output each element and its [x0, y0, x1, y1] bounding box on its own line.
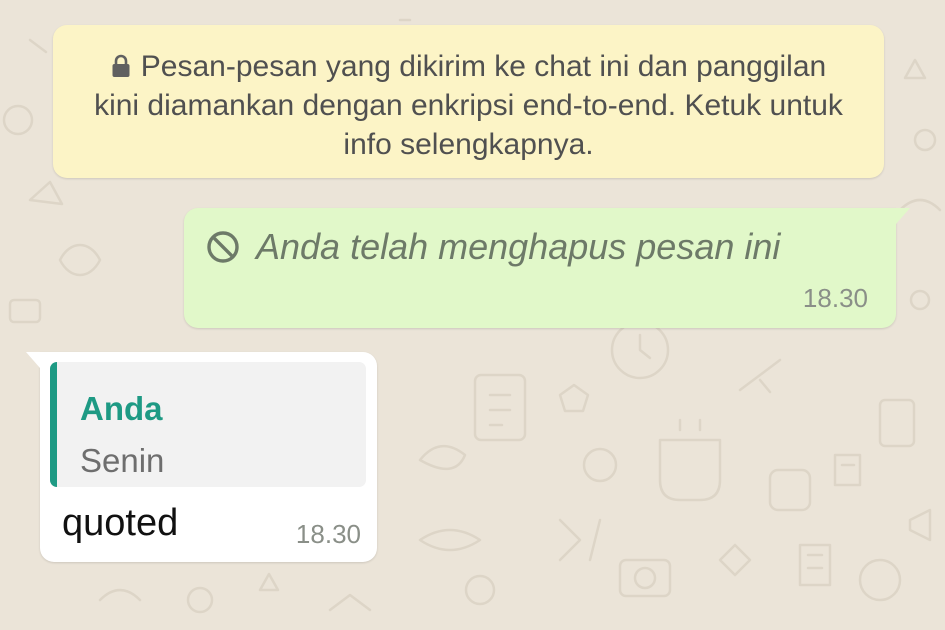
message-outgoing-deleted[interactable]: Anda telah menghapus pesan ini 18.30: [184, 208, 910, 328]
encryption-notice-text: Pesan-pesan yang dikirim ke chat ini dan…: [94, 50, 843, 161]
quoted-message[interactable]: Anda Senin: [50, 362, 366, 487]
bubble-tail: [26, 352, 42, 368]
bubble-tail: [894, 208, 910, 224]
ban-icon: [207, 231, 239, 263]
message-timestamp: 18.30: [802, 283, 868, 313]
quote-author: Anda: [80, 390, 163, 427]
quote-accent-bar: [50, 362, 57, 487]
message-text: quoted: [62, 502, 179, 544]
deleted-message-row: Anda telah menghapus pesan ini: [206, 226, 780, 268]
message-timestamp: 18.30: [295, 519, 361, 549]
deleted-message-text: Anda telah menghapus pesan ini: [256, 226, 781, 267]
message-incoming-quoted[interactable]: Anda Senin quoted 18.30: [26, 352, 377, 562]
chat-area: Pesan-pesan yang dikirim ke chat ini dan…: [0, 0, 945, 630]
lock-icon: [112, 54, 130, 77]
encryption-notice[interactable]: Pesan-pesan yang dikirim ke chat ini dan…: [53, 25, 884, 178]
quote-text: Senin: [80, 442, 165, 479]
